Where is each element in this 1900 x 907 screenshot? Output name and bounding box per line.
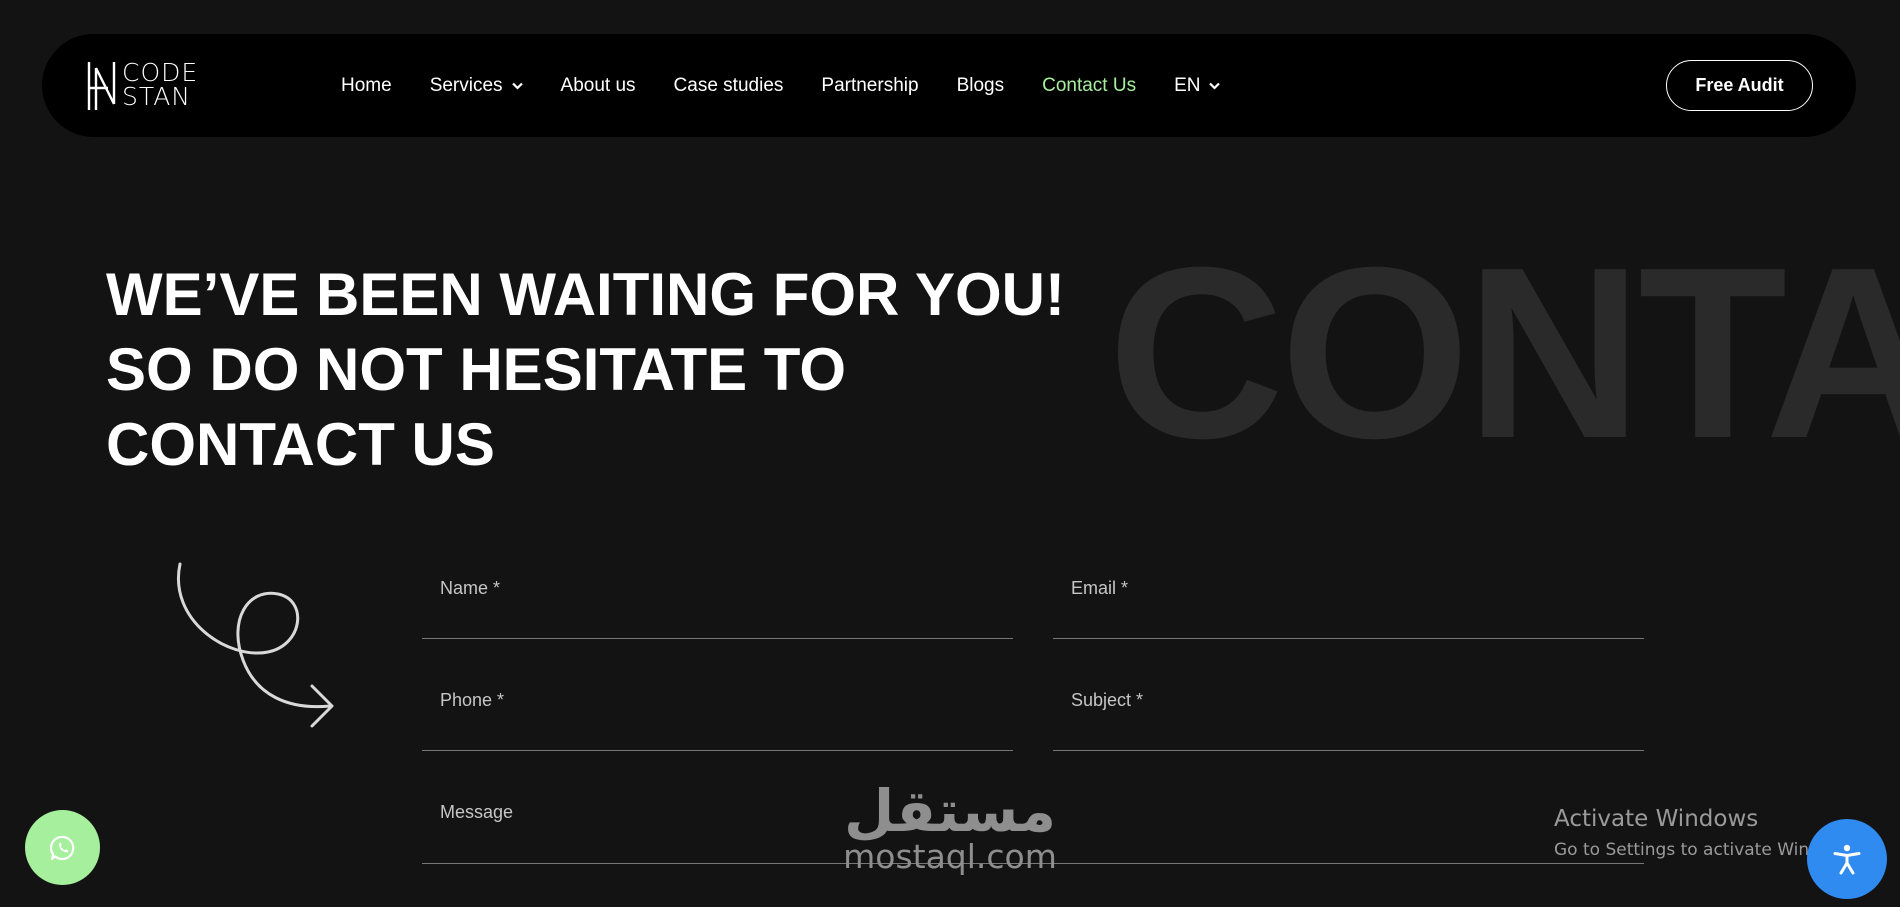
mostaql-arabic: مستقل (843, 777, 1057, 845)
chevron-down-icon (511, 82, 523, 90)
name-placeholder: Name * (440, 578, 501, 598)
logo-text: CODE STAN (122, 60, 198, 111)
subject-field[interactable]: Subject * (1053, 673, 1644, 751)
chevron-down-icon (1209, 82, 1221, 90)
nav-contact[interactable]: Contact Us (1042, 75, 1136, 97)
name-field[interactable]: Name * (422, 561, 1013, 639)
nav-blogs[interactable]: Blogs (957, 75, 1005, 97)
nav-blogs-label: Blogs (956, 74, 1005, 96)
accessibility-button[interactable] (1807, 819, 1887, 899)
hero-headline: WE’VE BEEN WAITING FOR YOU! SO DO NOT HE… (106, 257, 1106, 482)
nav-home-label: Home (341, 74, 392, 96)
headline-line-1: WE’VE BEEN WAITING FOR YOU! (106, 261, 1065, 328)
phone-placeholder: Phone * (440, 690, 505, 710)
nav-case-studies[interactable]: Case studies (674, 75, 784, 97)
subject-placeholder: Subject * (1071, 690, 1144, 710)
nav-case-studies-label: Case studies (673, 74, 784, 96)
nav-links: Home Services About us Case studies Part… (341, 34, 1258, 137)
accessibility-icon (1833, 844, 1861, 875)
language-selector[interactable]: EN (1174, 74, 1221, 97)
headline-line-3: CONTACT US (106, 411, 495, 478)
nav-services[interactable]: Services (430, 75, 523, 97)
nav-about[interactable]: About us (561, 75, 636, 97)
nav-about-label: About us (560, 74, 636, 96)
message-placeholder: Message (440, 802, 514, 822)
curly-arrow-icon (176, 562, 334, 728)
mostaql-latin: mostaql.com (843, 837, 1057, 876)
background-heading: CONTA (1108, 216, 1900, 489)
whatsapp-button[interactable] (25, 810, 100, 885)
codestan-logo[interactable]: CODE STAN (86, 60, 220, 112)
mostaql-watermark: مستقل mostaql.com (834, 780, 1066, 874)
logo-mark-icon (87, 62, 116, 110)
nav-services-label: Services (429, 74, 503, 96)
email-field[interactable]: Email * (1053, 561, 1644, 639)
nav-partnership-label: Partnership (821, 74, 919, 96)
language-label: EN (1174, 74, 1201, 96)
whatsapp-icon (49, 835, 74, 860)
nav-partnership[interactable]: Partnership (821, 75, 918, 97)
phone-field[interactable]: Phone * (422, 673, 1013, 751)
activate-title: Activate Windows (1554, 806, 1759, 832)
email-placeholder: Email * (1071, 578, 1129, 598)
nav-home[interactable]: Home (341, 75, 392, 97)
logo-line-2: STAN (122, 82, 192, 111)
top-navbar: CODE STAN Home Services About us Case st… (42, 34, 1856, 137)
headline-line-2: SO DO NOT HESITATE TO (106, 336, 847, 403)
nav-contact-label: Contact Us (1042, 74, 1137, 96)
free-audit-button[interactable]: Free Audit (1666, 60, 1813, 111)
contact-page: CONTA CODE STAN Home Services About us C… (0, 0, 1900, 907)
